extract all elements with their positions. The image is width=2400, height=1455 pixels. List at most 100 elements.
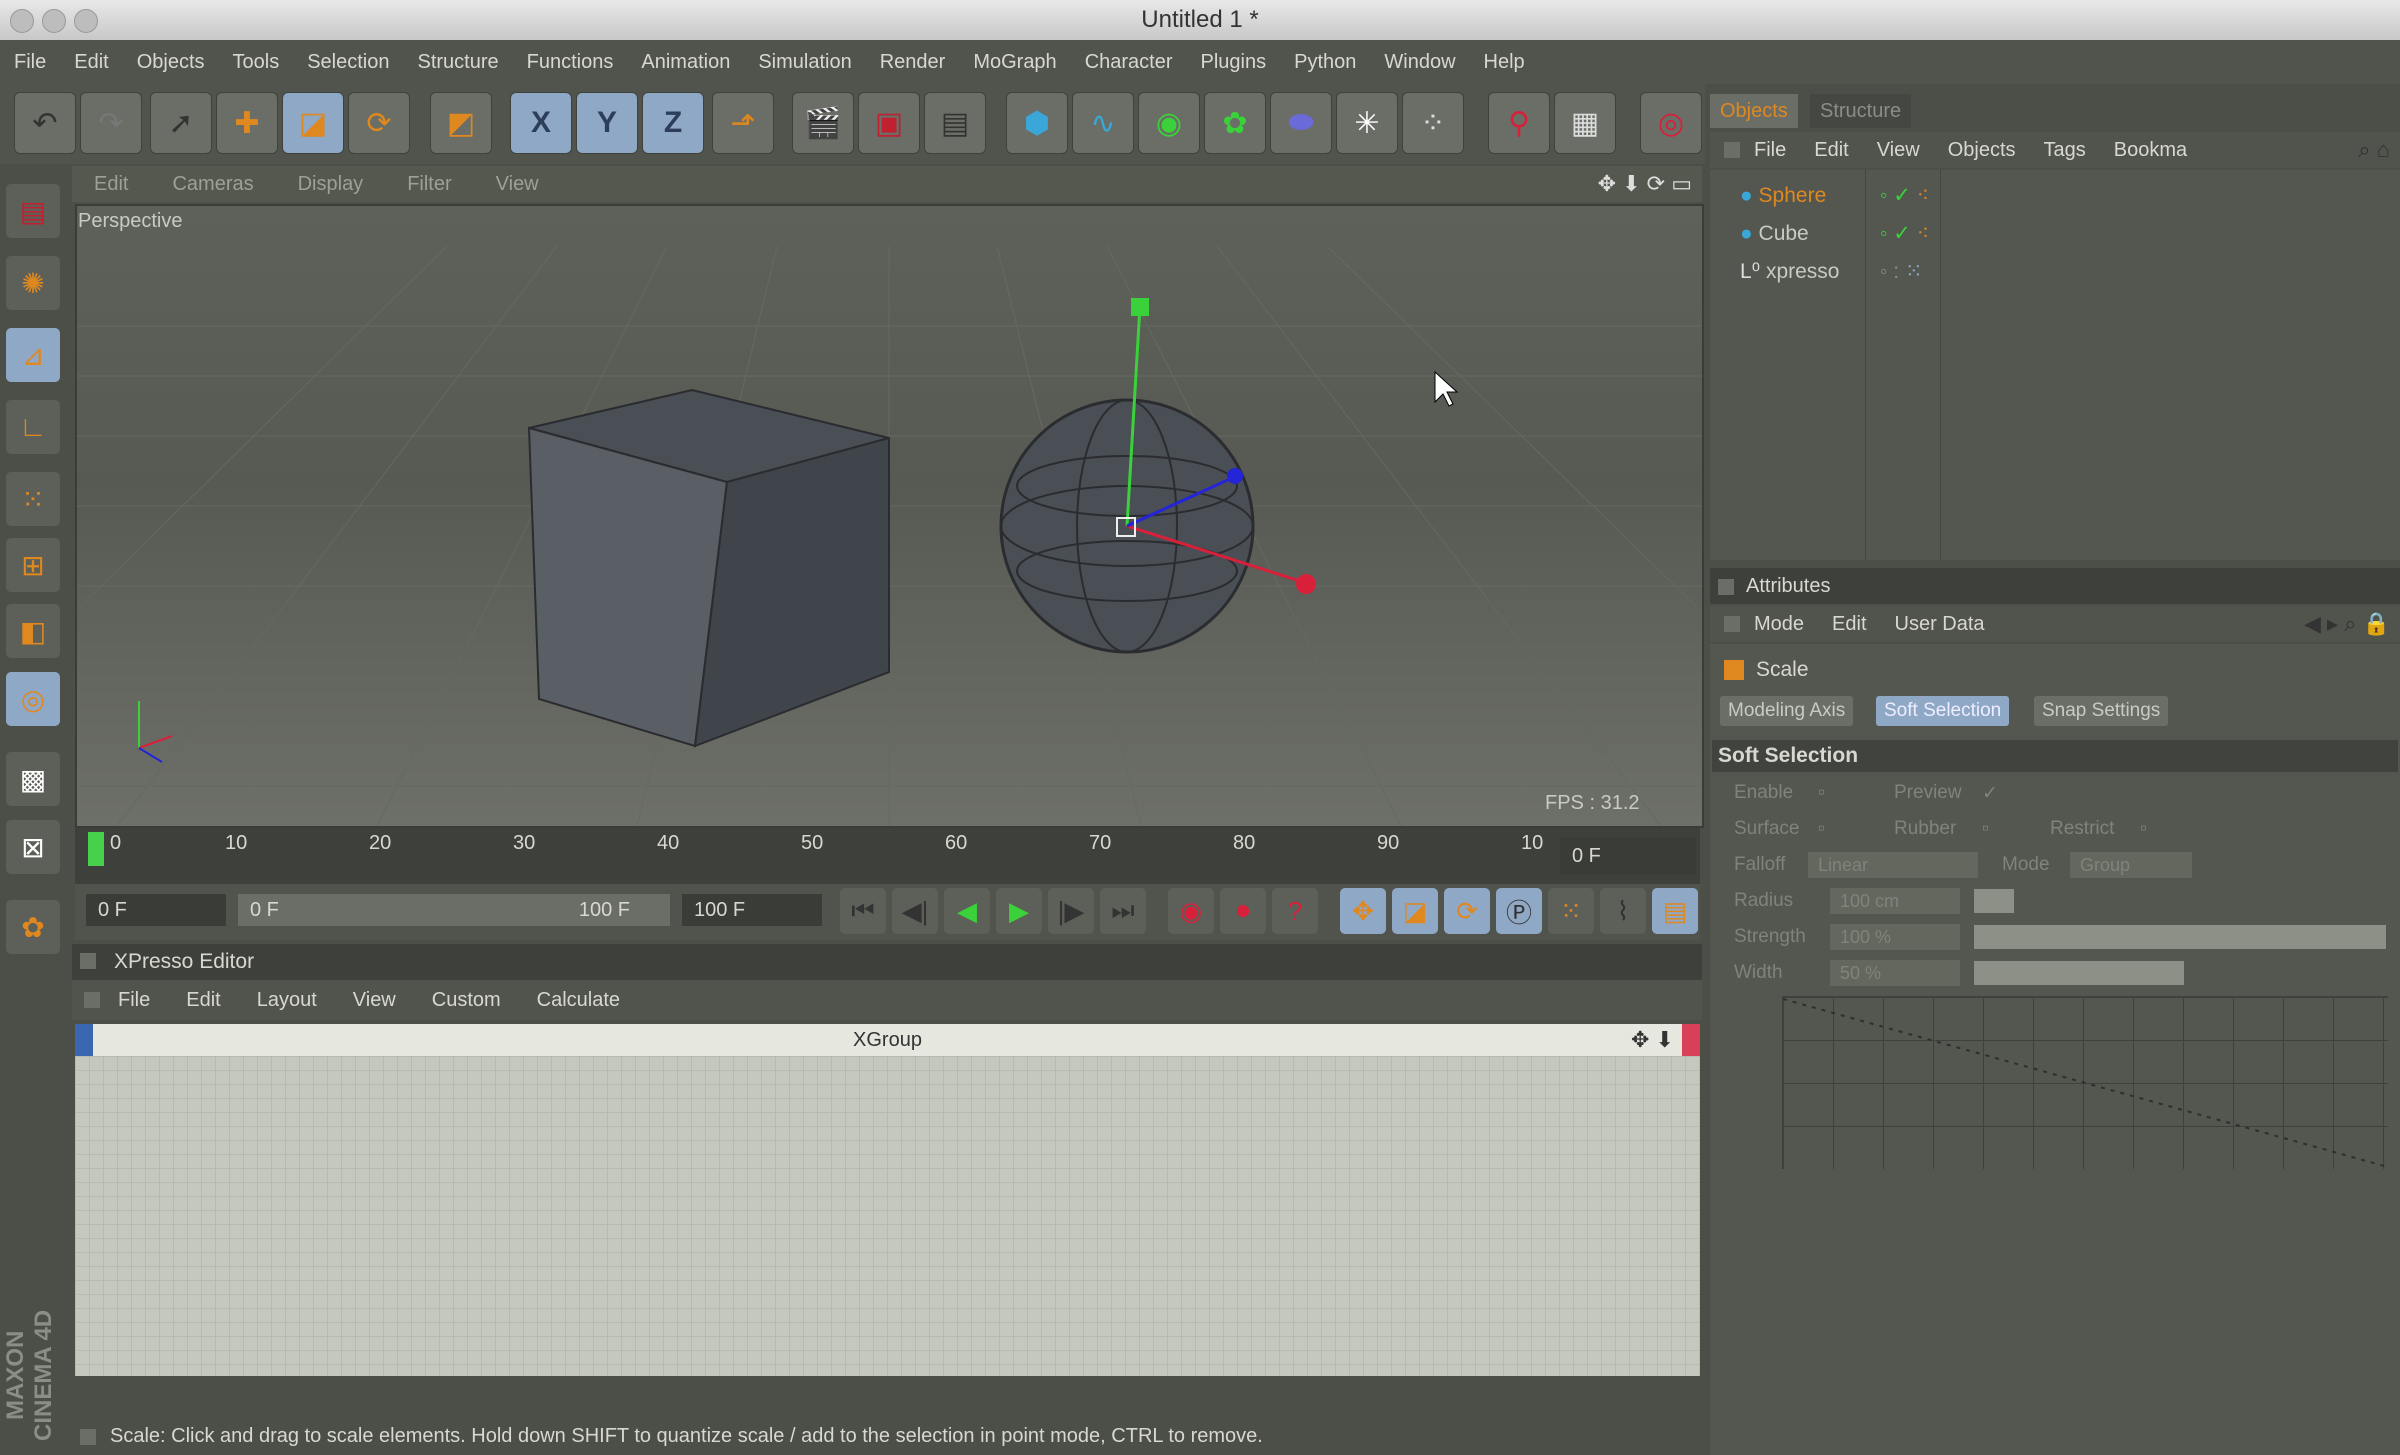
- subdivision-surface-icon[interactable]: ◉: [1138, 92, 1200, 154]
- menu-edit[interactable]: Edit: [74, 51, 108, 74]
- timeline-icon[interactable]: ▦: [1554, 92, 1616, 154]
- menu-tools[interactable]: Tools: [233, 51, 280, 74]
- panel-grip-icon[interactable]: [1724, 616, 1740, 632]
- menu-plugins[interactable]: Plugins: [1201, 51, 1267, 74]
- previous-keyframe-icon[interactable]: ◀|: [892, 888, 938, 934]
- tab-structure[interactable]: Structure: [1810, 94, 1912, 128]
- tab-modeling-axis[interactable]: Modeling Axis: [1720, 696, 1854, 726]
- xpresso-menu-file[interactable]: File: [118, 989, 150, 1012]
- polygons-mode-icon[interactable]: ◧: [6, 604, 60, 658]
- objects-search-icon[interactable]: ⌕ ⌂: [2358, 137, 2390, 163]
- preview-checkbox[interactable]: ✓: [1982, 782, 1998, 805]
- xpresso-menu-custom[interactable]: Custom: [432, 989, 501, 1012]
- model-mode-icon[interactable]: ✺: [6, 256, 60, 310]
- menu-character[interactable]: Character: [1085, 51, 1173, 74]
- list-item[interactable]: ● Sphere ◦ ✓ ⁖: [1740, 180, 1929, 212]
- menu-animation[interactable]: Animation: [641, 51, 730, 74]
- enable-checkbox[interactable]: ▫: [1818, 782, 1825, 804]
- objects-menu-file[interactable]: File: [1754, 139, 1786, 162]
- viewport-menu-cameras[interactable]: Cameras: [172, 173, 253, 196]
- visibility-toggles[interactable]: ◦ ✓ ⁖: [1880, 218, 1929, 250]
- axis-mode-icon[interactable]: ∟: [6, 400, 60, 454]
- attributes-menu-user-data[interactable]: User Data: [1895, 613, 1985, 636]
- go-to-start-icon[interactable]: ⏮: [840, 888, 886, 934]
- go-to-end-icon[interactable]: ⏭: [1100, 888, 1146, 934]
- lock-z-axis-button[interactable]: Z: [642, 92, 704, 154]
- next-keyframe-icon[interactable]: |▶: [1048, 888, 1094, 934]
- cube-object-icon[interactable]: ⬢: [1006, 92, 1068, 154]
- render-picture-viewer-icon[interactable]: ▣: [858, 92, 920, 154]
- radius-field[interactable]: 100 cm: [1830, 888, 1960, 914]
- xpresso-menu-layout[interactable]: Layout: [257, 989, 317, 1012]
- end-frame-field[interactable]: 100 F: [682, 894, 822, 926]
- xpresso-menu-edit[interactable]: Edit: [186, 989, 220, 1012]
- xgroup-title-bar[interactable]: XGroup ✥ ⬇: [75, 1024, 1700, 1056]
- cube-object[interactable]: [527, 388, 890, 748]
- start-frame-field[interactable]: 0 F: [86, 894, 226, 926]
- xpresso-menu-view[interactable]: View: [353, 989, 396, 1012]
- falloff-graph[interactable]: [1782, 996, 2389, 1169]
- objects-menu-edit[interactable]: Edit: [1814, 139, 1848, 162]
- scene-object-icon[interactable]: ✳: [1336, 92, 1398, 154]
- menu-file[interactable]: File: [14, 51, 46, 74]
- rotate-tool-icon[interactable]: ⟳: [348, 92, 410, 154]
- move-tool-icon[interactable]: ✚: [216, 92, 278, 154]
- menu-python[interactable]: Python: [1294, 51, 1356, 74]
- current-frame-field[interactable]: 0 F: [1560, 838, 1696, 874]
- tab-soft-selection[interactable]: Soft Selection: [1876, 696, 2010, 726]
- width-field[interactable]: 50 %: [1830, 960, 1960, 986]
- viewport-menu-view[interactable]: View: [496, 173, 539, 196]
- attributes-menu-edit[interactable]: Edit: [1832, 613, 1866, 636]
- width-slider[interactable]: [1974, 961, 2184, 985]
- target-icon[interactable]: ◎: [1640, 92, 1702, 154]
- list-item[interactable]: L⁰ xpresso ◦ : ⁙: [1740, 256, 1923, 288]
- menu-render[interactable]: Render: [880, 51, 946, 74]
- viewport-menu-edit[interactable]: Edit: [94, 173, 128, 196]
- tab-objects[interactable]: Objects: [1710, 94, 1798, 128]
- render-view-icon[interactable]: 🎬: [792, 92, 854, 154]
- live-selection-icon[interactable]: ➚: [150, 92, 212, 154]
- pin-tool-icon[interactable]: ⚲: [1488, 92, 1550, 154]
- objects-menu-tags[interactable]: Tags: [2044, 139, 2086, 162]
- points-mode-icon[interactable]: ⁙: [6, 472, 60, 526]
- menu-help[interactable]: Help: [1484, 51, 1525, 74]
- menu-functions[interactable]: Functions: [527, 51, 614, 74]
- viewport-nav-icons[interactable]: ✥ ⬇ ⟳ ▭: [1598, 171, 1692, 197]
- objects-menu-view[interactable]: View: [1877, 139, 1920, 162]
- menu-window[interactable]: Window: [1384, 51, 1455, 74]
- lock-y-axis-button[interactable]: Y: [576, 92, 638, 154]
- rubber-checkbox[interactable]: ▫: [1982, 818, 1989, 840]
- 3d-viewport[interactable]: [75, 204, 1704, 828]
- tag-icon[interactable]: ⁖: [1917, 184, 1929, 207]
- timeline-ruler[interactable]: 0 10 20 30 40 50 60 70 80 90 10: [75, 828, 1700, 884]
- surface-checkbox[interactable]: ▫: [1818, 818, 1825, 840]
- play-backward-icon[interactable]: ◀: [944, 888, 990, 934]
- edges-mode-icon[interactable]: ⊞: [6, 538, 60, 592]
- timeline-layout-icon[interactable]: ▤: [1652, 888, 1698, 934]
- viewport-menu-display[interactable]: Display: [298, 173, 364, 196]
- radius-slider[interactable]: [1974, 889, 2014, 913]
- panel-grip-icon[interactable]: [84, 992, 100, 1008]
- menu-structure[interactable]: Structure: [418, 51, 499, 74]
- attributes-nav-icons[interactable]: ◀ ▸ ⌕ 🔒: [2304, 611, 2390, 637]
- attributes-menu-mode[interactable]: Mode: [1754, 613, 1804, 636]
- mode-dropdown[interactable]: Group: [2070, 852, 2192, 878]
- visibility-toggles[interactable]: ◦ ✓ ⁖: [1880, 180, 1929, 212]
- layout-icon[interactable]: ▤: [6, 184, 60, 238]
- falloff-dropdown[interactable]: Linear: [1808, 852, 1978, 878]
- object-axis-icon[interactable]: ⊿: [6, 328, 60, 382]
- xpresso-tag-icon[interactable]: ⁙: [1905, 260, 1923, 283]
- list-item[interactable]: ● Cube ◦ ✓ ⁖: [1740, 218, 1929, 250]
- xpresso-menu-calculate[interactable]: Calculate: [537, 989, 620, 1012]
- lock-x-axis-button[interactable]: X: [510, 92, 572, 154]
- coordinate-system-icon[interactable]: ◩: [430, 92, 492, 154]
- record-keys-icon[interactable]: ◉: [1168, 888, 1214, 934]
- world-coordinates-icon[interactable]: ⬏: [712, 92, 774, 154]
- key-scale-icon[interactable]: ◪: [1392, 888, 1438, 934]
- array-generator-icon[interactable]: ✿: [1204, 92, 1266, 154]
- key-point-level-icon[interactable]: ⁙: [1548, 888, 1594, 934]
- objects-menu-objects[interactable]: Objects: [1948, 139, 2016, 162]
- keyframe-selection-icon[interactable]: ?: [1272, 888, 1318, 934]
- sculpt-icon[interactable]: ✿: [6, 900, 60, 954]
- menu-objects[interactable]: Objects: [137, 51, 205, 74]
